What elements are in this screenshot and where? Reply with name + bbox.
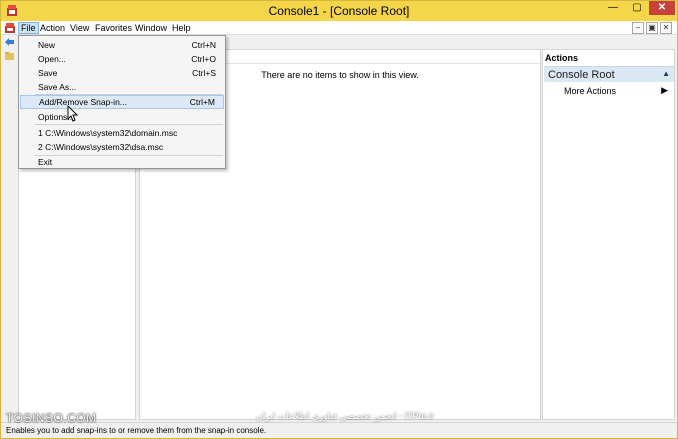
menu-item-label: Exit — [38, 157, 53, 167]
watermark-left: TOSINSO.COM — [6, 411, 97, 425]
menu-item-shortcut: Ctrl+S — [192, 68, 216, 78]
menu-item-exit[interactable]: Exit — [20, 155, 224, 169]
left-strip — [1, 48, 18, 420]
menu-action[interactable]: Action — [38, 22, 67, 34]
menu-file[interactable]: File — [18, 22, 39, 34]
actions-section-label: Console Root — [548, 69, 615, 81]
menu-item-open[interactable]: Open... Ctrl+O — [20, 52, 224, 66]
watermark-center: انجمن تخصصی فناوری اطلاعات ایران - ITPro… — [256, 411, 434, 421]
mmc-window: Console1 - [Console Root] — ▢ ✕ File Act… — [0, 0, 678, 439]
title-bar: Console1 - [Console Root] — ▢ ✕ — [1, 1, 677, 21]
actions-title: Actions — [545, 53, 579, 63]
triangle-right-icon[interactable]: ▶ — [661, 85, 668, 96]
menu-item-shortcut: Ctrl+M — [189, 97, 215, 107]
status-text: Enables you to add snap-ins to or remove… — [6, 426, 267, 435]
mdi-close-button[interactable]: ✕ — [660, 22, 672, 34]
menu-help[interactable]: Help — [170, 22, 193, 34]
menu-item-label: Save — [38, 68, 58, 78]
menu-item-save-as[interactable]: Save As... — [20, 80, 224, 94]
menu-item-shortcut: Ctrl+O — [191, 54, 216, 64]
menu-item-options[interactable]: Options... — [20, 110, 224, 124]
close-button[interactable]: ✕ — [649, 1, 675, 15]
menu-item-new[interactable]: New Ctrl+N — [20, 38, 224, 52]
menu-item-add-remove-snap-in[interactable]: Add/Remove Snap-in... Ctrl+M — [20, 95, 224, 109]
menu-view[interactable]: View — [68, 22, 91, 34]
menu-item-label: New — [38, 40, 56, 50]
menu-item-label: 2 C:\Windows\system32\dsa.msc — [38, 142, 164, 152]
more-actions-item[interactable]: More Actions — [564, 86, 616, 96]
menu-separator — [35, 124, 223, 125]
menu-window[interactable]: Window — [133, 22, 169, 34]
window-title: Console1 - [Console Root] — [268, 4, 410, 18]
menu-item-recent-2[interactable]: 2 C:\Windows\system32\dsa.msc — [20, 140, 224, 154]
menu-item-label: Add/Remove Snap-in... — [39, 97, 127, 107]
status-bar: Enables you to add snap-ins to or remove… — [1, 422, 677, 438]
menu-item-shortcut: Ctrl+N — [191, 40, 216, 50]
file-menu-dropdown: New Ctrl+N Open... Ctrl+O Save Ctrl+S Sa… — [18, 35, 226, 169]
minimize-button[interactable]: — — [601, 1, 625, 15]
mmc-console-icon[interactable] — [4, 22, 16, 34]
triangle-up-icon[interactable]: ▲ — [662, 69, 670, 78]
menu-item-label: Open... — [38, 54, 66, 64]
menu-favorites[interactable]: Favorites — [93, 22, 134, 34]
folder-icon[interactable] — [5, 52, 14, 60]
actions-section-console-root[interactable]: Console Root ▲ — [544, 66, 674, 82]
mdi-restore-button[interactable]: ▣ — [646, 22, 658, 34]
menu-bar: File Action View Favorites Window Help –… — [1, 21, 677, 35]
actions-pane: Actions Console Root ▲ More Actions ▶ — [542, 49, 675, 420]
menu-item-label: 1 C:\Windows\system32\domain.msc — [38, 128, 178, 138]
menu-item-save[interactable]: Save Ctrl+S — [20, 66, 224, 80]
menu-item-label: Save As... — [38, 82, 77, 92]
mdi-minimize-button[interactable]: – — [632, 22, 644, 34]
back-arrow-icon[interactable] — [5, 38, 14, 46]
maximize-button[interactable]: ▢ — [625, 1, 649, 15]
mouse-cursor-icon — [67, 105, 79, 122]
menu-item-recent-1[interactable]: 1 C:\Windows\system32\domain.msc — [20, 126, 224, 140]
